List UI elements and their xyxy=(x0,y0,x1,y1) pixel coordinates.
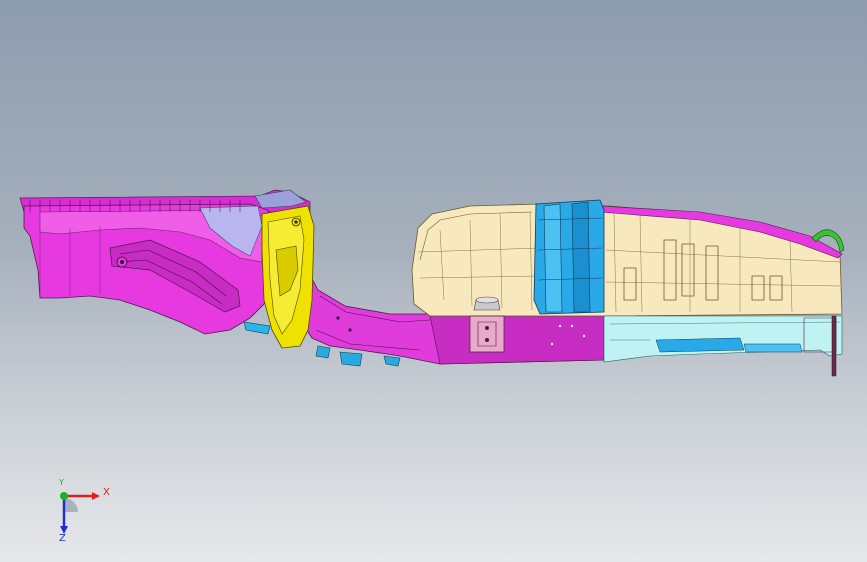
tank-strap[interactable] xyxy=(533,199,605,315)
y-axis-label: Y xyxy=(59,478,64,487)
heat-shield[interactable] xyxy=(603,315,843,377)
z-axis-label: Z xyxy=(59,533,66,544)
x-axis-label: X xyxy=(103,487,110,498)
mount-bracket[interactable] xyxy=(469,315,505,353)
y-axis-dot xyxy=(60,492,68,500)
x-axis-arrow xyxy=(92,492,100,500)
3d-viewport[interactable]: X Y Z xyxy=(0,0,867,562)
triad-plane xyxy=(64,498,78,512)
fuel-tank[interactable] xyxy=(411,203,843,317)
cad-model[interactable] xyxy=(0,0,867,562)
coordinate-triad: X Y Z xyxy=(44,478,114,546)
